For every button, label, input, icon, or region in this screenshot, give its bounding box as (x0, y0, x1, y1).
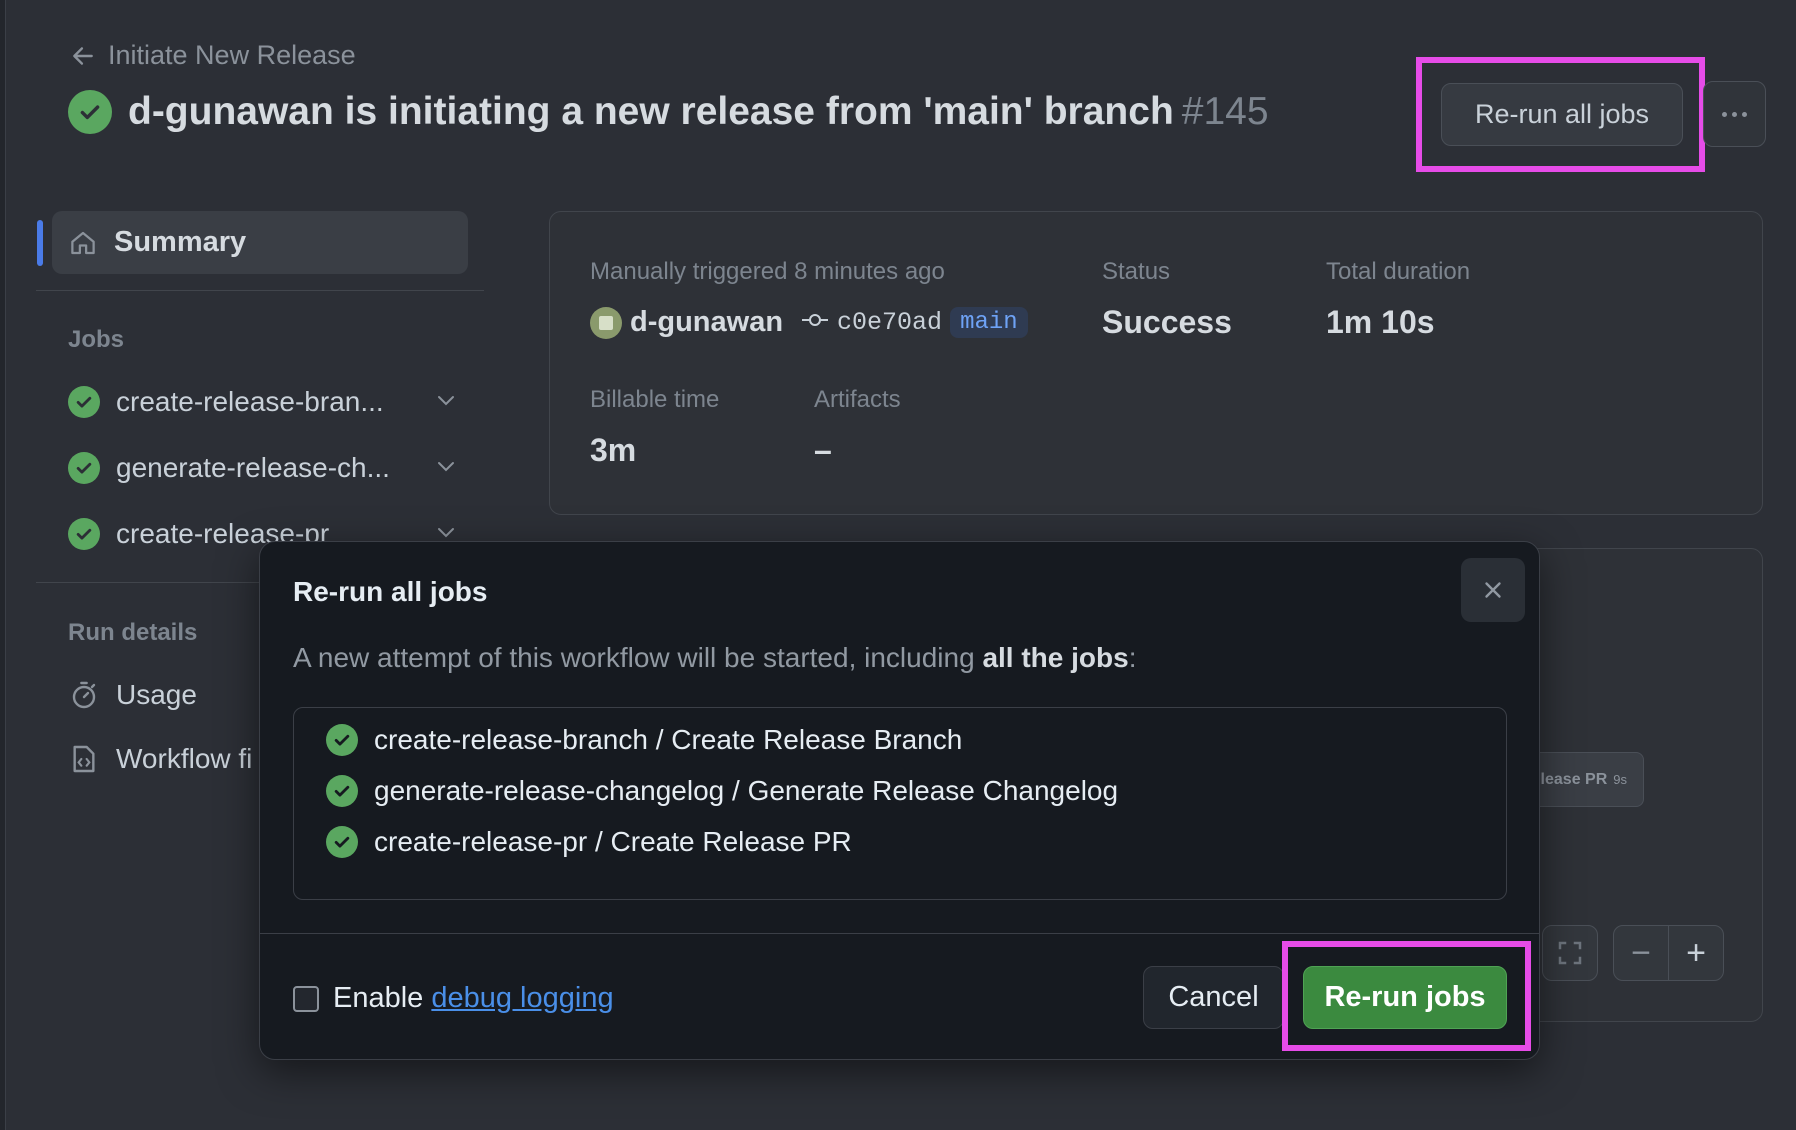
success-check-icon (326, 826, 358, 858)
file-code-icon (73, 745, 95, 773)
billable-value: 3m (590, 432, 637, 468)
zoom-controls: − + (1613, 925, 1724, 981)
highlight-box-rerun-jobs (1282, 941, 1531, 1051)
cancel-button[interactable]: Cancel (1143, 966, 1284, 1029)
status-label: Status (1102, 258, 1171, 285)
success-check-icon (326, 724, 358, 756)
dialog-desc-bold: all the jobs (982, 642, 1129, 673)
sidebar-divider (36, 290, 484, 291)
debug-label: Enable debug logging (333, 982, 614, 1015)
trigger-info-row: d-gunawan c0e70ad main (590, 306, 1028, 339)
stopwatch-icon (72, 681, 96, 709)
dialog-divider (260, 933, 1539, 934)
success-check-icon (68, 452, 100, 484)
dialog-description: A new attempt of this workflow will be s… (293, 642, 1136, 674)
dialog-job-name: create-release-branch / Create Release B… (374, 724, 963, 755)
graph-node-duration: 9s (1613, 772, 1627, 787)
debug-logging-link[interactable]: debug logging (431, 982, 613, 1014)
sidebar-job-item[interactable]: create-release-bran... (68, 386, 458, 418)
zoom-out-button[interactable]: − (1614, 926, 1668, 980)
home-icon (71, 231, 95, 254)
window-edge (0, 0, 6, 1130)
run-details-heading: Run details (68, 619, 198, 646)
kebab-dot (1732, 111, 1737, 117)
sidebar-job-item[interactable]: generate-release-ch... (68, 452, 458, 484)
commit-sha-link[interactable]: c0e70ad (837, 308, 942, 337)
duration-label: Total duration (1326, 258, 1471, 285)
dialog-job-list: create-release-branch / Create Release B… (293, 707, 1507, 900)
active-indicator (37, 220, 43, 266)
avatar[interactable] (590, 306, 622, 339)
page-title-text: d-gunawan is initiating a new release fr… (128, 90, 1174, 133)
page-title-row: d-gunawan is initiating a new release fr… (68, 90, 1269, 134)
debug-prefix: Enable (333, 982, 432, 1014)
dialog-job-name: generate-release-changelog / Generate Re… (374, 775, 1119, 806)
sidebar-item-usage[interactable]: Usage (68, 679, 197, 711)
trigger-label: Manually triggered 8 minutes ago (590, 258, 945, 285)
sidebar-job-name: create-release-bran... (116, 386, 384, 417)
git-commit-icon (801, 310, 829, 335)
page-title: d-gunawan is initiating a new release fr… (128, 90, 1269, 134)
highlight-box-rerun-all (1416, 57, 1705, 172)
dialog-desc-prefix: A new attempt of this workflow will be s… (293, 642, 983, 673)
dialog-desc-suffix: : (1128, 642, 1137, 673)
chevron-down-icon[interactable] (434, 388, 458, 417)
zoom-in-button[interactable]: + (1668, 926, 1723, 980)
sidebar-workflow-file-label: Workflow fi (116, 743, 253, 774)
sidebar-job-name: generate-release-ch... (116, 452, 390, 483)
success-check-icon (68, 386, 100, 418)
run-number: #145 (1181, 90, 1269, 133)
artifacts-label: Artifacts (814, 386, 901, 413)
arrow-left-icon (73, 46, 93, 65)
actor-link[interactable]: d-gunawan (630, 306, 783, 339)
kebab-dot (1722, 111, 1727, 117)
success-check-icon (68, 518, 100, 550)
list-item: generate-release-changelog / Generate Re… (326, 775, 1118, 807)
sidebar-item-summary[interactable]: Summary (37, 211, 468, 274)
graph-node-label: lease PR (1540, 770, 1608, 788)
branch-badge[interactable]: main (950, 307, 1028, 338)
fullscreen-button[interactable] (1542, 925, 1598, 981)
list-item: create-release-pr / Create Release PR (326, 826, 852, 858)
close-button[interactable] (1461, 558, 1525, 622)
list-item: create-release-branch / Create Release B… (326, 724, 962, 756)
sidebar-summary-label: Summary (114, 226, 247, 258)
graph-job-node[interactable]: lease PR 9s (1529, 752, 1644, 807)
success-check-icon (68, 90, 112, 134)
kebab-dot (1742, 111, 1747, 117)
status-value: Success (1102, 304, 1232, 340)
duration-value: 1m 10s (1326, 304, 1435, 340)
more-options-button[interactable] (1703, 81, 1766, 147)
artifacts-value: – (814, 432, 832, 468)
dialog-job-name: create-release-pr / Create Release PR (374, 826, 852, 857)
back-link[interactable]: Initiate New Release (70, 40, 356, 71)
chevron-down-icon[interactable] (434, 454, 458, 483)
billable-label: Billable time (590, 386, 720, 413)
debug-logging-option: Enable debug logging (293, 982, 614, 1015)
fullscreen-icon (1558, 941, 1582, 965)
success-check-icon (326, 775, 358, 807)
dialog-title: Re-run all jobs (293, 576, 488, 607)
sidebar-item-workflow-file[interactable]: Workflow fi (68, 743, 252, 775)
jobs-heading: Jobs (68, 326, 125, 353)
close-icon (1485, 582, 1501, 598)
rerun-dialog: Re-run all jobs A new attempt of this wo… (259, 541, 1540, 1060)
back-link-label: Initiate New Release (108, 40, 356, 70)
sidebar-usage-label: Usage (116, 679, 197, 710)
debug-logging-checkbox[interactable] (293, 985, 319, 1012)
run-summary-card: Manually triggered 8 minutes ago d-gunaw… (549, 211, 1763, 515)
